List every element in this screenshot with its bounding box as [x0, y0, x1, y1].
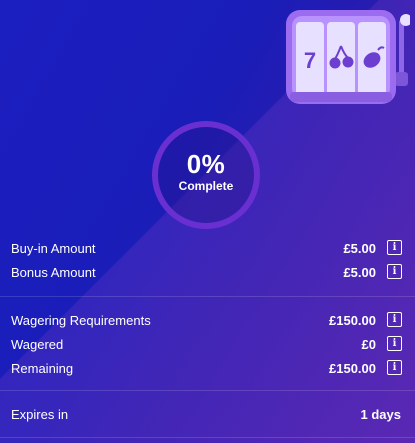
wagered-label: Wagered — [11, 336, 64, 352]
progress-percent: 0% — [186, 149, 226, 179]
remaining-row: Remaining £150.00 i — [0, 357, 415, 379]
wagering-requirements-label: Wagering Requirements — [11, 312, 151, 328]
svg-text:7: 7 — [304, 48, 316, 73]
slot-machine-icon: 7 — [286, 10, 410, 104]
info-icon[interactable]: i — [387, 264, 402, 279]
wagered-value: £0 — [361, 336, 376, 352]
info-icon[interactable]: i — [387, 360, 402, 375]
wagering-requirements-row: Wagering Requirements £150.00 i — [0, 309, 415, 331]
progress-label: Complete — [178, 179, 234, 193]
remaining-value: £150.00 — [329, 360, 376, 376]
info-icon[interactable]: i — [387, 312, 402, 327]
bonus-amount-label: Bonus Amount — [11, 264, 96, 280]
bonus-amount-value: £5.00 — [343, 264, 376, 280]
expires-row: Expires in 1 days — [0, 403, 415, 425]
progress-readout: 0% Complete — [150, 150, 262, 194]
bonus-amount-row: Bonus Amount £5.00 i — [0, 261, 415, 283]
wagered-row: Wagered £0 i — [0, 333, 415, 355]
wagering-requirements-value: £150.00 — [329, 312, 376, 328]
info-icon[interactable]: i — [387, 336, 402, 351]
expires-value: 1 days — [360, 406, 401, 422]
divider — [0, 390, 415, 391]
buy-in-label: Buy-in Amount — [11, 240, 96, 256]
divider — [0, 296, 415, 297]
info-icon[interactable]: i — [387, 240, 402, 255]
expires-label: Expires in — [11, 406, 69, 422]
divider — [0, 437, 415, 438]
buy-in-value: £5.00 — [343, 240, 376, 256]
remaining-label: Remaining — [11, 360, 74, 376]
buy-in-row: Buy-in Amount £5.00 i — [0, 237, 415, 259]
